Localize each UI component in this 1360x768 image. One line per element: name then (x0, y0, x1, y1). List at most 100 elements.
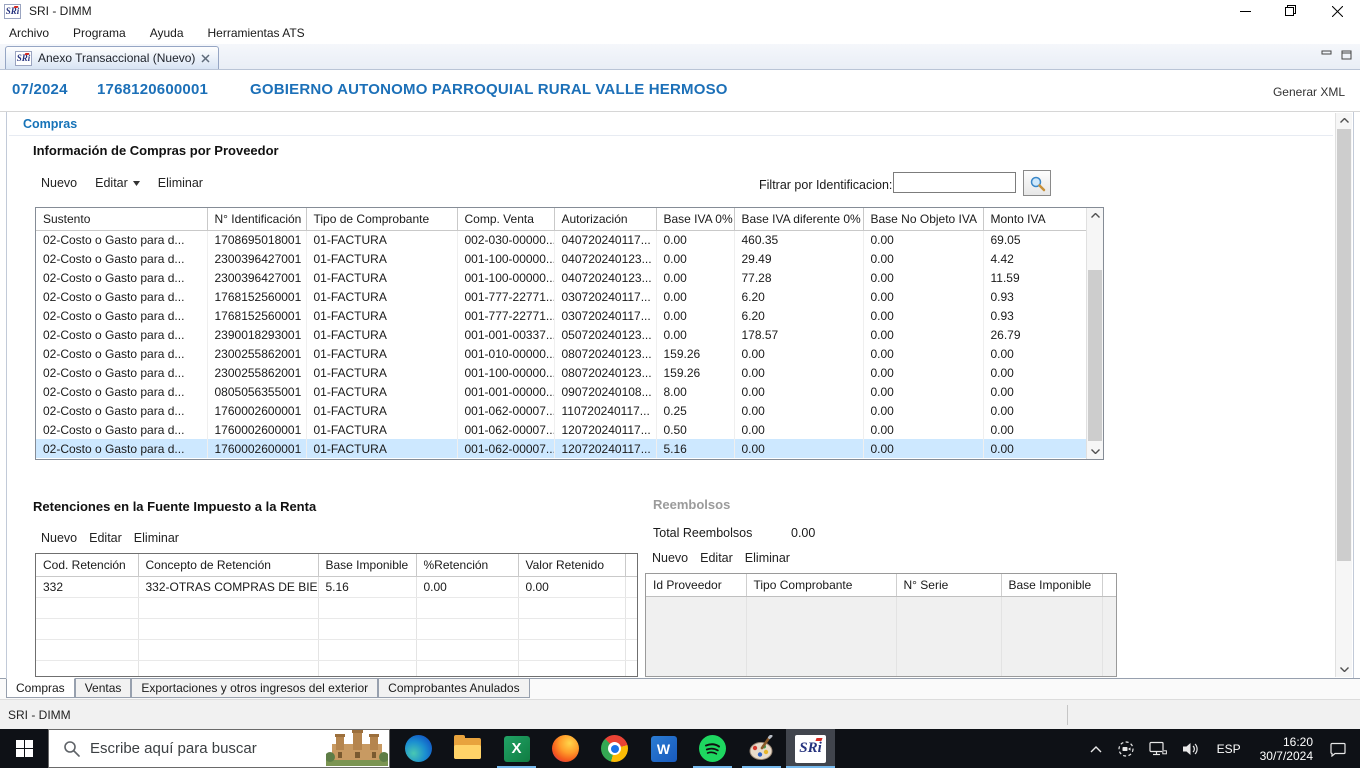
filter-input[interactable] (893, 172, 1016, 193)
eliminar-button[interactable]: Eliminar (158, 176, 203, 190)
scroll-down-icon[interactable] (1087, 444, 1103, 459)
column-header[interactable]: Base Imponible (318, 554, 416, 576)
taskbar-chrome-icon[interactable] (590, 729, 639, 768)
column-header[interactable]: Tipo de Comprobante (306, 208, 457, 230)
tab-ventas[interactable]: Ventas (75, 679, 132, 698)
taskbar-sri-dimm-icon[interactable]: SRi (786, 729, 835, 768)
taskbar-excel-icon[interactable]: X (492, 729, 541, 768)
tab-exportaciones[interactable]: Exportaciones y otros ingresos del exter… (131, 679, 378, 698)
taskbar-file-explorer-icon[interactable] (443, 729, 492, 768)
notifications-icon[interactable] (1322, 729, 1360, 768)
table-row[interactable]: 02-Costo o Gasto para d...08050563550010… (36, 382, 1086, 401)
ret-nuevo-button[interactable]: Nuevo (41, 531, 77, 545)
column-header[interactable]: Base IVA 0% (656, 208, 734, 230)
table-row[interactable]: 02-Costo o Gasto para d...17681525600010… (36, 287, 1086, 306)
column-header[interactable]: Sustento (36, 208, 207, 230)
scroll-up-icon[interactable] (1087, 208, 1103, 223)
search-input[interactable] (90, 740, 305, 757)
column-header[interactable] (625, 554, 637, 576)
column-header[interactable]: Tipo Comprobante (746, 574, 896, 596)
table-row[interactable]: 02-Costo o Gasto para d...23003964270010… (36, 268, 1086, 287)
scrollbar-thumb[interactable] (1088, 270, 1102, 441)
compras-table-scrollbar[interactable] (1086, 208, 1103, 459)
menu-ayuda[interactable]: Ayuda (138, 26, 196, 40)
ret-editar-button[interactable]: Editar (89, 531, 122, 545)
table-row[interactable]: 02-Costo o Gasto para d...23002558620010… (36, 363, 1086, 382)
network-icon[interactable] (1142, 729, 1175, 768)
menu-archivo[interactable]: Archivo (0, 26, 61, 40)
compras-toolbar: Nuevo Editar Eliminar (41, 176, 221, 190)
column-header[interactable]: Base Imponible (1001, 574, 1102, 596)
column-header[interactable]: Id Proveedor (646, 574, 746, 596)
ret-eliminar-button[interactable]: Eliminar (134, 531, 179, 545)
empty-row[interactable] (646, 672, 1116, 677)
column-header[interactable]: Base No Objeto IVA (863, 208, 983, 230)
empty-row[interactable] (36, 618, 637, 639)
tab-close-icon[interactable] (201, 54, 210, 63)
table-row[interactable]: 02-Costo o Gasto para d...23900182930010… (36, 325, 1086, 344)
search-daily-image[interactable] (326, 730, 388, 766)
table-row[interactable]: 02-Costo o Gasto para d...23002558620010… (36, 344, 1086, 363)
column-header[interactable]: N° Serie (896, 574, 1001, 596)
taskbar-firefox-icon[interactable] (541, 729, 590, 768)
table-row[interactable]: 02-Costo o Gasto para d...17600026000010… (36, 401, 1086, 420)
column-header[interactable]: Concepto de Retención (138, 554, 318, 576)
column-header[interactable]: Valor Retenido (518, 554, 625, 576)
language-indicator[interactable]: ESP (1207, 729, 1251, 768)
reem-eliminar-button[interactable]: Eliminar (745, 551, 790, 565)
table-row[interactable]: 332332-OTRAS COMPRAS DE BIE...5.160.000.… (36, 576, 637, 597)
empty-row[interactable] (36, 597, 637, 618)
generar-xml-button[interactable]: Generar XML (1273, 85, 1345, 99)
column-header[interactable]: Base IVA diferente 0% (734, 208, 863, 230)
column-header[interactable]: Autorización (554, 208, 656, 230)
reem-editar-button[interactable]: Editar (700, 551, 733, 565)
column-header[interactable]: N° Identificación (207, 208, 306, 230)
scrollbar-thumb[interactable] (1337, 129, 1351, 561)
table-row[interactable]: 02-Costo o Gasto para d...17600026000010… (36, 439, 1086, 458)
taskbar-spotify-icon[interactable] (688, 729, 737, 768)
empty-row[interactable] (646, 634, 1116, 653)
taskbar-edge-icon[interactable] (394, 729, 443, 768)
restore-icon[interactable] (1268, 0, 1314, 22)
minimize-icon[interactable] (1222, 0, 1268, 22)
editar-button[interactable]: Editar (95, 176, 140, 190)
column-header[interactable]: Comp. Venta (457, 208, 554, 230)
scroll-down-icon[interactable] (1336, 662, 1352, 677)
taskbar-word-icon[interactable]: W (639, 729, 688, 768)
tab-anexo-transaccional[interactable]: SRi Anexo Transaccional (Nuevo) (5, 46, 219, 69)
column-header[interactable]: %Retención (416, 554, 518, 576)
empty-row[interactable] (36, 639, 637, 660)
reem-nuevo-button[interactable]: Nuevo (652, 551, 688, 565)
tab-comprobantes-anulados[interactable]: Comprobantes Anulados (378, 679, 529, 698)
clock[interactable]: 16:20 30/7/2024 (1251, 735, 1322, 763)
system-tray: ESP 16:20 30/7/2024 (1082, 729, 1360, 768)
empty-row[interactable] (646, 596, 1116, 615)
table-row[interactable]: 02-Costo o Gasto para d...17086950180010… (36, 230, 1086, 249)
chevron-up-icon[interactable] (1082, 729, 1110, 768)
taskbar-search[interactable] (48, 729, 390, 768)
scroll-up-icon[interactable] (1336, 113, 1352, 128)
start-button[interactable] (0, 729, 48, 768)
tab-compras[interactable]: Compras (6, 678, 75, 698)
menu-programa[interactable]: Programa (61, 26, 138, 40)
nuevo-button[interactable]: Nuevo (41, 176, 77, 190)
empty-row[interactable] (646, 615, 1116, 634)
close-icon[interactable] (1314, 0, 1360, 22)
table-row[interactable]: 02-Costo o Gasto para d...23003964270010… (36, 249, 1086, 268)
column-header[interactable]: Monto IVA (983, 208, 1086, 230)
taskbar-paint-icon[interactable] (737, 729, 786, 768)
period: 07/2024 (12, 81, 68, 98)
empty-row[interactable] (36, 660, 637, 677)
page-scrollbar[interactable] (1335, 113, 1352, 677)
maximize-view-icon[interactable] (1341, 50, 1352, 60)
meet-now-icon[interactable] (1110, 729, 1142, 768)
filter-search-button[interactable] (1023, 170, 1051, 196)
empty-row[interactable] (646, 653, 1116, 672)
speaker-icon[interactable] (1175, 729, 1207, 768)
menu-herramientas-ats[interactable]: Herramientas ATS (196, 26, 317, 40)
column-header[interactable] (1102, 574, 1116, 596)
minimize-view-icon[interactable] (1321, 50, 1332, 60)
table-row[interactable]: 02-Costo o Gasto para d...17681525600010… (36, 306, 1086, 325)
table-row[interactable]: 02-Costo o Gasto para d...17600026000010… (36, 420, 1086, 439)
column-header[interactable]: Cod. Retención (36, 554, 138, 576)
